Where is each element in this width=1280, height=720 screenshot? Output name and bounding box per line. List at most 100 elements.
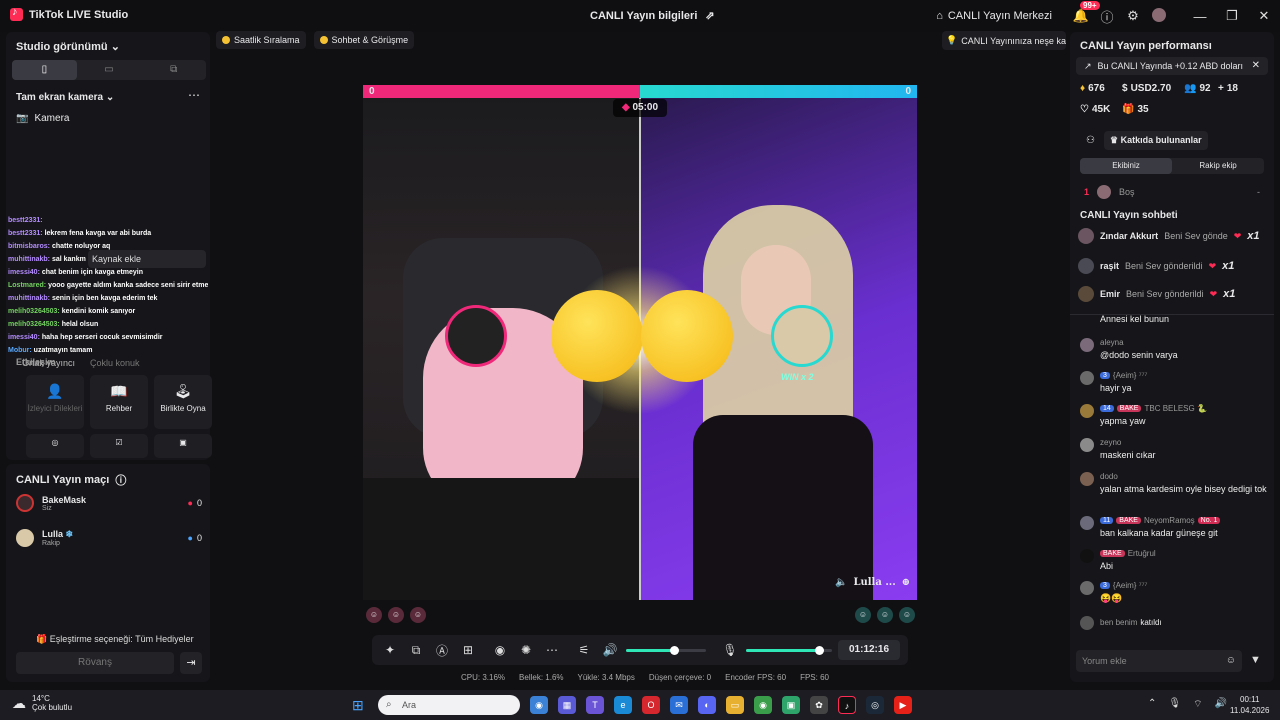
close-icon[interactable]: ✕ xyxy=(1252,57,1260,75)
send-button[interactable]: ▼ xyxy=(1250,654,1261,666)
metric-viewers: 👥 92 xyxy=(1184,83,1218,94)
help-button[interactable]: ⓘ xyxy=(1094,7,1120,26)
dual-option[interactable]: ⧉ xyxy=(141,60,206,80)
chevron-up-icon[interactable]: ⌃ xyxy=(1148,698,1156,711)
steam-icon[interactable]: ◎ xyxy=(866,696,884,714)
ai-icon[interactable]: Ⓐ xyxy=(432,642,452,659)
lightbulb-icon: 💡 xyxy=(946,35,958,45)
guide-tile[interactable]: 📖 Rehber xyxy=(90,375,148,429)
tips-pill[interactable]: 💡 CANLI Yayınınıza neşe katın xyxy=(942,31,1066,50)
stat-item: FPS: 60 xyxy=(800,673,829,682)
start-button[interactable]: ⊞ xyxy=(352,697,364,714)
microphone-icon[interactable]: 🎙 xyxy=(720,643,740,657)
speaker-volume-slider[interactable] xyxy=(626,645,706,655)
battle-icon: ◆ xyxy=(621,102,630,113)
mic-volume-slider[interactable] xyxy=(746,645,832,655)
rematch-button[interactable]: Rövanş xyxy=(16,652,174,674)
overlay-chat-message: lekrem fena kavga var abi burda xyxy=(44,230,152,237)
scene-dropdown[interactable]: Tam ekran kamera ⌄ xyxy=(16,92,114,103)
record-icon[interactable]: ◉ xyxy=(490,643,510,657)
source-camera[interactable]: 📷 Kamera xyxy=(16,113,69,124)
chatgpt-icon[interactable]: ✿ xyxy=(810,696,828,714)
notification-button[interactable]: 🔔 99+ xyxy=(1068,1,1100,24)
stat-item: Bellek: 1.6% xyxy=(519,673,564,682)
coin-icon xyxy=(319,36,328,44)
gifter-slot-icon: ☺ xyxy=(366,607,382,623)
taskbar-search[interactable]: ⌕ Ara xyxy=(378,695,520,715)
add-media-icon[interactable]: ⊞ xyxy=(458,643,478,657)
tab-your-team[interactable]: Ekibiniz xyxy=(1080,158,1172,174)
more-icon[interactable]: ⋯ xyxy=(542,643,562,657)
match-option[interactable]: 🎁 Eşleştirme seçeneği: Tüm Hediyeler xyxy=(36,634,194,645)
chat-call-pill[interactable]: Sohbet & Görüşme xyxy=(313,31,415,49)
microphone-icon[interactable]: 🎙 xyxy=(1168,698,1181,711)
chat-user-row: 14 BAKE TBC BELESG 🐍 xyxy=(1100,404,1207,413)
maximize-button[interactable]: ❐ xyxy=(1216,8,1248,24)
app-icon[interactable]: ▦ xyxy=(558,696,576,714)
snowflake-icon: ❄ xyxy=(65,529,74,539)
tile-target[interactable]: ◎ xyxy=(26,434,84,458)
portrait-option[interactable]: ▯ xyxy=(12,60,77,80)
multi-guest-option[interactable]: Çoklu konuk xyxy=(90,358,140,368)
mail-icon[interactable]: ✉ xyxy=(670,696,688,714)
effects-icon[interactable]: ✺ xyxy=(516,643,536,657)
tiktok-icon[interactable]: ♪ xyxy=(838,696,856,714)
teams-icon[interactable]: T xyxy=(586,696,604,714)
youtube-icon[interactable]: ▶ xyxy=(894,696,912,714)
live-center-button[interactable]: ⌂ CANLI Yayın Merkezi xyxy=(936,10,1052,22)
discord-icon[interactable]: ◐ xyxy=(698,696,716,714)
wifi-icon[interactable]: ⌔ xyxy=(1193,698,1202,711)
user-settings-icon[interactable]: ⚇ xyxy=(1086,135,1095,146)
contributors-button[interactable]: ♛ Katkıda bulunanlar xyxy=(1104,131,1208,150)
minimize-button[interactable]: — xyxy=(1184,9,1216,24)
avatar xyxy=(1152,7,1166,22)
comment-input[interactable]: Yorum ekle ☺ xyxy=(1076,650,1242,672)
play-together-tile[interactable]: 🕹 Birlikte Oyna xyxy=(154,375,212,429)
settings-button[interactable]: ⚙ xyxy=(1120,8,1146,24)
metric-value: 45K xyxy=(1091,104,1111,115)
close-button[interactable]: ✕ xyxy=(1248,8,1280,24)
speaker-icon[interactable]: 🔊 xyxy=(600,643,620,657)
taskbar-clock[interactable]: 00:11 11.04.2026 xyxy=(1230,694,1269,716)
more-options-button[interactable]: ⋯ xyxy=(188,88,200,102)
gift-text: Beni Sev gönderildi xyxy=(1126,289,1204,299)
performance-stats: CPU: 3.16% Bellek: 1.6% Yükle: 3.4 Mbps Düş… xyxy=(461,673,829,682)
screen-share-icon[interactable]: ⧉ xyxy=(406,643,426,658)
hourly-ranking-pill[interactable]: Saatlik Sıralama xyxy=(216,31,306,49)
xbox-icon[interactable]: ▣ xyxy=(782,696,800,714)
opponent-tag[interactable]: 🔈 Lulla ... ⊕ xyxy=(835,577,910,588)
weather-widget[interactable]: ☁ 14°C Çok bulutlu xyxy=(12,694,72,712)
landscape-option[interactable]: ▭ xyxy=(77,60,142,80)
tile-checklist[interactable]: ☑ xyxy=(90,434,148,458)
studio-view-dropdown[interactable]: Studio görünümü ⌄ xyxy=(16,40,120,53)
audio-settings-icon[interactable]: ⚟ xyxy=(574,643,594,657)
opponent-dress xyxy=(693,415,873,600)
mic-volume-fill xyxy=(746,648,820,652)
score-right: 0 xyxy=(640,85,917,98)
folder-icon[interactable]: ▭ xyxy=(726,696,744,714)
magic-wand-icon[interactable]: ✦ xyxy=(380,643,400,657)
overlay-chat-message: chatte noluyor aq xyxy=(51,243,111,250)
chat-user-row: 3 {Aeim} ⁷⁷⁷ xyxy=(1100,581,1147,590)
chat-text: Annesi kel bunun xyxy=(1100,314,1170,324)
gifter-slot-icon: ☺ xyxy=(388,607,404,623)
opera-icon[interactable]: O xyxy=(642,696,660,714)
tile-box[interactable]: ▣ xyxy=(154,434,212,458)
live-info-button[interactable]: CANLI Yayın bilgileri ⇗ xyxy=(590,9,715,23)
volume-icon[interactable]: 🔊 xyxy=(1215,698,1227,711)
tab-opponent-team[interactable]: Rakip ekip xyxy=(1172,158,1264,174)
chrome-alt-icon[interactable]: ◉ xyxy=(754,696,772,714)
viewer-requests-tile[interactable]: 👤 İzleyici Dilekleri xyxy=(26,375,84,429)
overlay-chat-user: imessi40: xyxy=(8,334,40,341)
exit-match-button[interactable]: ⇥ xyxy=(180,652,202,674)
clock-time: 00:11 xyxy=(1240,695,1260,704)
slider-knob[interactable] xyxy=(670,645,679,655)
emoji-icon[interactable]: ☺ xyxy=(1226,650,1236,672)
chrome-icon[interactable]: ◉ xyxy=(530,696,548,714)
profile-button[interactable] xyxy=(1146,7,1172,25)
tile-label: İzleyici Dilekleri xyxy=(27,404,83,413)
edge-icon[interactable]: e xyxy=(614,696,632,714)
help-icon[interactable]: ⓘ xyxy=(115,472,126,488)
opponent-avatar xyxy=(771,305,833,367)
slider-knob[interactable] xyxy=(815,645,825,655)
